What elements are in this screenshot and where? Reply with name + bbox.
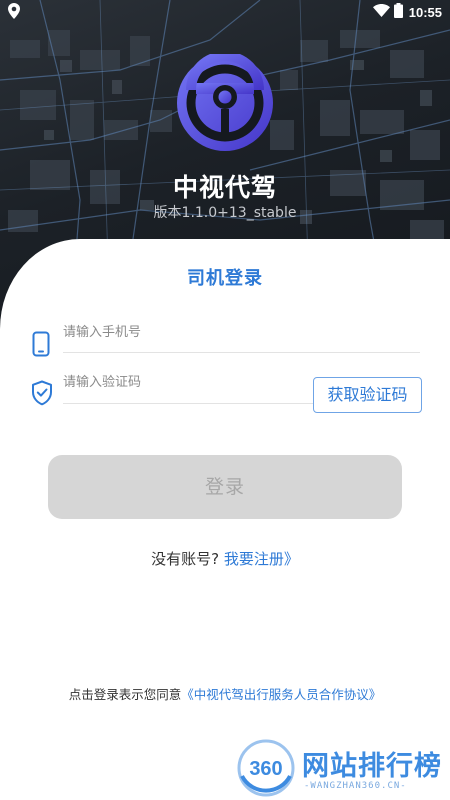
app-logo bbox=[176, 51, 274, 152]
app-name: 中视代驾 bbox=[172, 173, 277, 202]
watermark-subtitle: -WANGZHAN360.CN- bbox=[304, 781, 407, 791]
agreement-link[interactable]: 《中视代驾出行服务人员合作协议》 bbox=[181, 687, 381, 702]
phone-icon bbox=[32, 331, 50, 361]
location-icon bbox=[8, 3, 20, 22]
status-bar: 10:55 bbox=[0, 0, 450, 22]
watermark-badge-icon: 360 bbox=[237, 739, 295, 797]
get-code-button[interactable]: 获取验证码 bbox=[313, 377, 422, 413]
shield-check-icon bbox=[31, 380, 53, 410]
phone-underline bbox=[63, 352, 420, 353]
agreement-row: 点击登录表示您同意《中视代驾出行服务人员合作协议》 bbox=[0, 684, 450, 703]
verification-code-input[interactable] bbox=[63, 368, 308, 396]
watermark-badge-text: 360 bbox=[249, 758, 282, 780]
watermark-title: 网站排行榜 bbox=[302, 751, 442, 782]
login-button[interactable]: 登录 bbox=[48, 455, 402, 519]
watermark: 360 网站排行榜 -WANGZHAN360.CN- bbox=[236, 738, 450, 800]
register-row: 没有账号? 我要注册》 bbox=[0, 548, 450, 569]
wifi-icon bbox=[372, 4, 390, 20]
clock: 10:55 bbox=[408, 4, 442, 20]
phone-input[interactable] bbox=[63, 318, 420, 346]
app-version: 版本1.1.0+13_stable bbox=[153, 205, 297, 221]
agreement-text: 点击登录表示您同意 bbox=[68, 687, 182, 702]
login-title: 司机登录 bbox=[187, 268, 263, 289]
code-underline bbox=[63, 403, 313, 404]
register-link[interactable]: 我要注册》 bbox=[224, 550, 299, 568]
battery-icon bbox=[393, 3, 403, 21]
no-account-text: 没有账号? bbox=[151, 550, 220, 568]
